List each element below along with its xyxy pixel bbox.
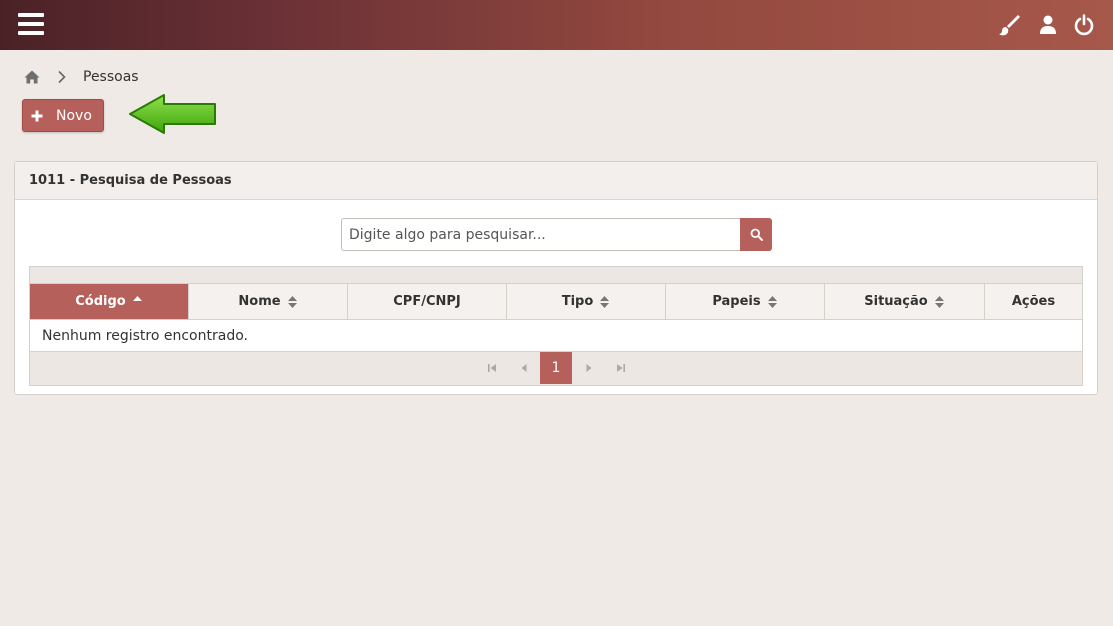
column-header-papeis[interactable]: Papeis	[666, 284, 825, 319]
column-label: Tipo	[561, 294, 594, 309]
pagination: 1	[30, 352, 1082, 385]
sort-icon	[287, 295, 298, 309]
first-page-icon[interactable]	[476, 352, 508, 384]
column-label: Código	[75, 294, 126, 309]
plus-icon	[31, 110, 43, 122]
column-header-tipo[interactable]: Tipo	[507, 284, 666, 319]
search-icon	[750, 228, 763, 241]
green-arrow-icon	[129, 94, 216, 134]
home-icon[interactable]	[24, 69, 40, 85]
table-header-bar	[30, 267, 1082, 284]
column-header-codigo[interactable]: Código	[30, 284, 189, 319]
column-label: CPF/CNPJ	[393, 294, 461, 309]
search-bar	[341, 218, 772, 251]
new-button-label: Novo	[56, 107, 92, 124]
empty-message: Nenhum registro encontrado.	[30, 320, 1082, 352]
column-label: Ações	[1011, 294, 1056, 309]
column-header-acoes: Ações	[985, 284, 1082, 319]
breadcrumb-current: Pessoas	[83, 69, 139, 85]
next-page-icon[interactable]	[573, 352, 605, 384]
chevron-right-icon	[57, 70, 67, 84]
sort-icon	[767, 295, 778, 309]
last-page-icon[interactable]	[605, 352, 637, 384]
search-input[interactable]	[341, 218, 740, 251]
column-header-situacao[interactable]: Situação	[825, 284, 985, 319]
column-label: Situação	[864, 294, 928, 309]
top-bar	[0, 0, 1113, 50]
breadcrumb: Pessoas	[24, 67, 139, 87]
column-header-cpf-cnpj[interactable]: CPF/CNPJ	[348, 284, 507, 319]
new-button[interactable]: Novo	[22, 99, 104, 132]
user-icon[interactable]	[1037, 14, 1059, 36]
column-label: Nome	[238, 294, 281, 309]
panel-title: 1011 - Pesquisa de Pessoas	[15, 162, 1097, 200]
column-header-nome[interactable]: Nome	[189, 284, 348, 319]
page-button-current[interactable]: 1	[540, 352, 572, 384]
sort-ascending-icon	[132, 295, 143, 309]
search-button[interactable]	[740, 218, 772, 251]
search-panel: 1011 - Pesquisa de Pessoas Código Nome	[14, 161, 1098, 395]
column-label: Papeis	[712, 294, 761, 309]
previous-page-icon[interactable]	[508, 352, 540, 384]
results-table: Código Nome CPF/CNPJ Tipo Papeis Situaçã…	[29, 266, 1083, 386]
hamburger-menu-icon[interactable]	[18, 13, 44, 35]
sort-icon	[599, 295, 610, 309]
paintbrush-icon[interactable]	[998, 14, 1020, 36]
power-icon[interactable]	[1073, 14, 1095, 36]
sort-icon	[934, 295, 945, 309]
table-header: Código Nome CPF/CNPJ Tipo Papeis Situaçã…	[30, 284, 1082, 320]
